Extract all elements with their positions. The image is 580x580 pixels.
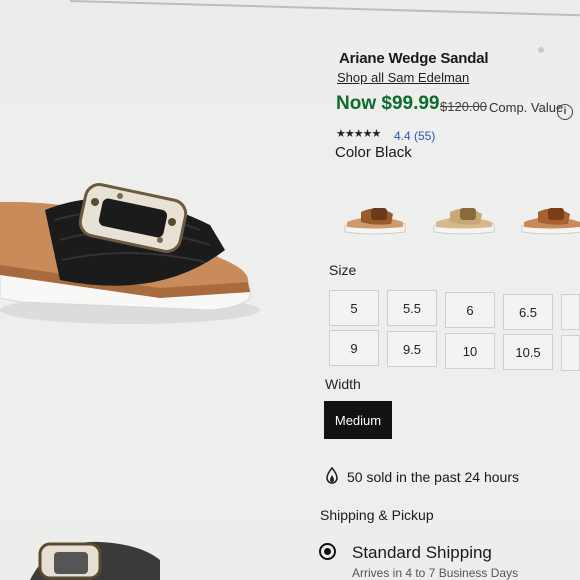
standard-shipping-label[interactable]: Standard Shipping [352,543,492,563]
width-option-selected[interactable]: Medium [324,401,392,439]
color-label: Color Black [335,144,412,161]
size-option[interactable]: 9.5 [387,331,437,367]
info-icon[interactable]: i [557,104,573,120]
size-option-partial[interactable] [561,335,580,371]
flame-icon [326,467,338,484]
product-title: Ariane Wedge Sandal [339,50,489,67]
swatch-natural[interactable] [432,200,498,240]
size-option[interactable]: 5.5 [387,290,437,326]
size-option[interactable]: 10.5 [503,334,553,370]
size-option-partial[interactable] [561,294,580,330]
standard-shipping-radio[interactable] [319,543,336,560]
size-option[interactable]: 6 [445,292,495,328]
sale-price: Now $99.99 [336,93,440,114]
rating-link[interactable]: 4.4 (55) [394,129,435,143]
arrival-estimate: Arrives in 4 to 7 Business Days [352,566,519,580]
sold-count-text: 50 sold in the past 24 hours [347,469,520,485]
size-option[interactable]: 5 [329,290,379,326]
product-thumbnail-image[interactable] [20,530,160,580]
swatch-tan[interactable] [520,200,580,240]
width-label: Width [325,376,361,392]
shipping-pickup-label: Shipping & Pickup [320,507,434,523]
size-option[interactable]: 9 [329,330,379,366]
comp-value-label: Comp. Value [489,100,564,115]
star-rating: ★★★★★ [336,128,381,140]
scroll-indicator [538,47,544,53]
size-option[interactable]: 6.5 [503,294,553,330]
swatch-cognac[interactable] [343,200,409,240]
monitor-edge [69,0,580,17]
original-price: $120.00 [440,99,487,114]
shop-brand-link[interactable]: Shop all Sam Edelman [337,70,469,85]
product-main-image[interactable] [0,170,270,330]
product-page: Ariane Wedge Sandal Shop all Sam Edelman… [0,0,580,580]
size-option[interactable]: 10 [445,333,495,369]
size-label: Size [329,262,357,278]
